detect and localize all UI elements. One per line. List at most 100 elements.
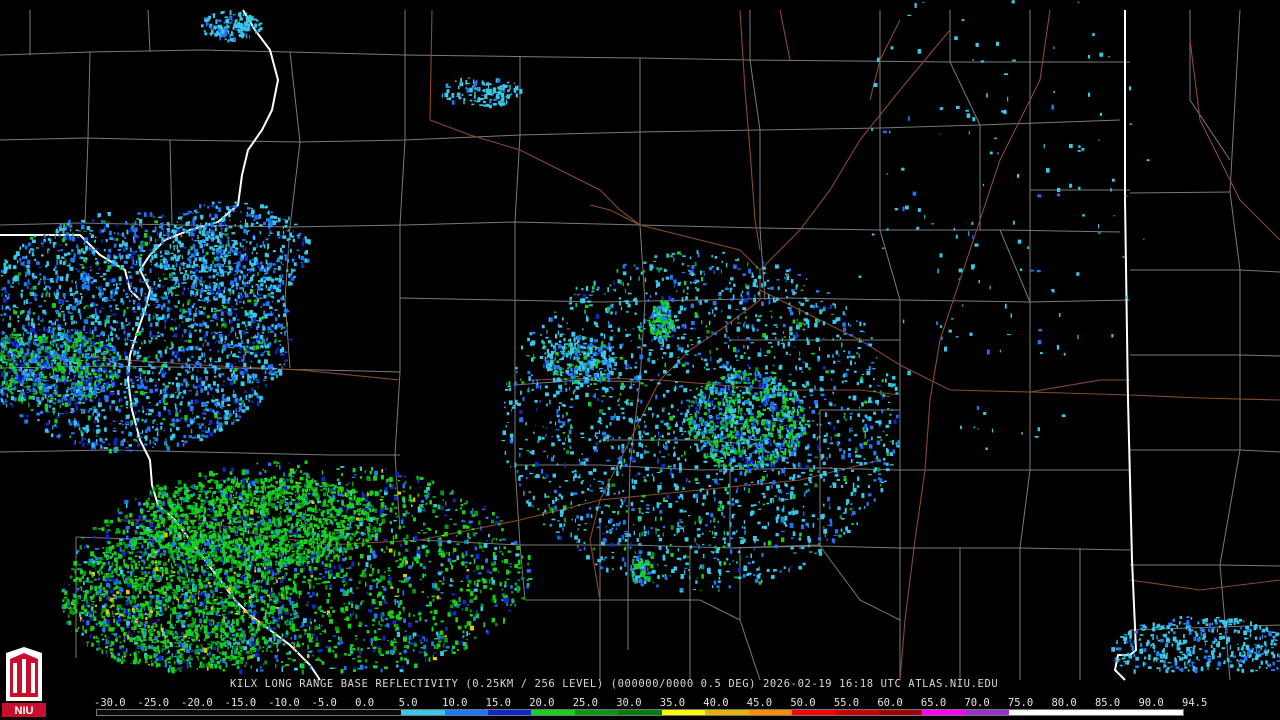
echo-pixel	[158, 317, 160, 322]
echo-pixel	[125, 407, 129, 409]
echo-pixel	[108, 443, 110, 446]
echo-pixel	[90, 341, 92, 345]
echo-pixel	[287, 229, 290, 232]
echo-pixel	[89, 315, 92, 318]
echo-pixel	[135, 227, 137, 229]
echo-pixel	[90, 276, 93, 279]
echo-pixel	[69, 228, 71, 232]
echo-pixel	[20, 390, 22, 393]
echo-pixel	[19, 311, 24, 315]
echo-pixel	[189, 365, 191, 370]
echo-pixel	[215, 257, 220, 262]
echo-pixel	[125, 421, 129, 425]
echo-pixel	[56, 388, 58, 392]
echo-pixel	[97, 382, 100, 387]
echo-pixel	[98, 286, 100, 290]
echo-pixel	[72, 298, 75, 300]
echo-pixel	[215, 19, 218, 24]
echo-pixel	[108, 262, 110, 264]
echo-pixel	[190, 253, 195, 258]
echo-pixel	[206, 251, 209, 255]
echo-pixel	[39, 273, 41, 276]
echo-pixel	[169, 274, 171, 278]
echo-pixel	[184, 415, 188, 420]
echo-pixel	[8, 264, 12, 270]
echo-pixel	[203, 290, 208, 292]
echo-pixel	[154, 337, 158, 340]
echo-pixel	[116, 282, 118, 287]
echo-pixel	[192, 374, 194, 376]
echo-pixel	[86, 366, 88, 370]
echo-pixel	[0, 398, 4, 403]
echo-pixel	[105, 415, 107, 418]
echo-pixel	[275, 317, 278, 321]
echo-pixel	[129, 338, 131, 341]
echo-pixel	[212, 13, 216, 19]
echo-pixel	[12, 345, 16, 347]
echo-pixel	[195, 375, 198, 380]
echo-pixel	[254, 215, 258, 220]
echo-pixel	[228, 227, 233, 229]
echo-pixel	[201, 352, 203, 358]
echo-pixel	[15, 277, 19, 281]
echo-pixel	[55, 426, 59, 428]
echo-pixel	[48, 286, 51, 290]
echo-pixel	[110, 294, 113, 299]
echo-pixel	[2, 357, 3, 362]
echo-pixel	[267, 262, 269, 266]
echo-pixel	[289, 248, 292, 253]
echo-pixel	[190, 276, 193, 280]
echo-pixel	[80, 367, 83, 370]
echo-pixel	[224, 212, 227, 215]
echo-pixel	[218, 245, 221, 250]
echo-pixel	[40, 320, 43, 322]
echo-pixel	[283, 225, 285, 229]
echo-pixel	[204, 368, 207, 373]
echo-pixel	[227, 271, 230, 276]
echo-pixel	[188, 210, 192, 214]
echo-pixel	[180, 242, 184, 248]
echo-pixel	[245, 241, 248, 243]
echo-pixel	[104, 427, 107, 432]
echo-pixel	[221, 422, 223, 427]
echo-pixel	[108, 315, 111, 317]
echo-pixel	[19, 343, 22, 346]
echo-pixel	[247, 230, 250, 232]
echo-pixel	[125, 222, 128, 225]
echo-pixel	[277, 299, 280, 303]
echo-pixel	[131, 384, 135, 388]
echo-pixel	[296, 249, 300, 251]
echo-pixel	[69, 423, 72, 426]
echo-pixel	[167, 394, 171, 396]
echo-pixel	[124, 342, 128, 346]
echo-pixel	[150, 366, 155, 369]
echo-pixel	[262, 379, 267, 381]
echo-pixel	[216, 420, 219, 425]
echo-pixel	[229, 293, 231, 296]
echo-pixel	[92, 357, 94, 362]
echo-pixel	[97, 368, 100, 373]
echo-pixel	[156, 231, 159, 236]
echo-pixel	[102, 387, 104, 389]
echo-pixel	[247, 206, 251, 210]
echo-pixel	[126, 370, 129, 375]
echo-pixel	[125, 447, 129, 449]
echo-pixel	[260, 334, 264, 340]
echo-pixel	[176, 221, 179, 223]
echo-pixel	[99, 213, 101, 215]
echo-pixel	[11, 375, 13, 377]
echo-pixel	[204, 307, 206, 310]
echo-pixel	[187, 299, 191, 304]
echo-pixel	[26, 382, 28, 384]
echo-pixel	[281, 366, 283, 369]
echo-pixel	[210, 238, 213, 240]
echo-pixel	[67, 347, 70, 349]
echo-pixel	[24, 419, 29, 424]
echo-pixel	[95, 342, 100, 345]
echo-pixel	[143, 386, 148, 390]
echo-pixel	[45, 346, 47, 351]
echo-pixel	[241, 409, 246, 413]
echo-pixel	[197, 369, 199, 373]
echo-pixel	[55, 378, 59, 381]
echo-pixel	[267, 326, 271, 331]
